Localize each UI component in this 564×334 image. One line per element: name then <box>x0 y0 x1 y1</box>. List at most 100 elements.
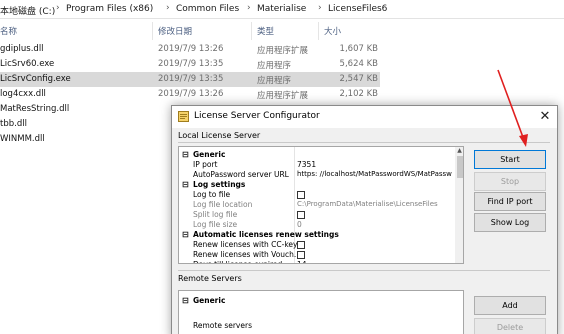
file-type: 应用程序 <box>257 61 292 71</box>
column-divider[interactable] <box>318 22 319 40</box>
show-log-button[interactable]: Show Log <box>474 213 546 232</box>
file-name: LicSrvConfig.exe <box>0 74 71 84</box>
property-key: AutoPassword server URL <box>193 170 289 179</box>
breadcrumb-item-materialise[interactable]: Materialise <box>257 4 306 14</box>
property-days-till-expired[interactable]: Days till license expired 14 <box>179 260 455 263</box>
scrollbar-thumb[interactable] <box>457 156 463 178</box>
column-header-size[interactable]: 大小 <box>324 25 341 37</box>
dialog-title: License Server Configurator <box>194 111 320 121</box>
category-log-settings[interactable]: ⊟ Log settings <box>179 180 455 190</box>
delete-button[interactable]: Delete <box>474 318 546 334</box>
file-row[interactable]: log4cxx.dll 2019/7/9 13:26 应用程序扩展 2,102 … <box>0 87 380 102</box>
file-type: 应用程序扩展 <box>257 46 309 56</box>
breadcrumb-item-common-files[interactable]: Common Files <box>176 4 239 14</box>
file-name: log4cxx.dll <box>0 89 46 99</box>
stop-button[interactable]: Stop <box>474 172 546 191</box>
property-log-to-file[interactable]: Log to file <box>179 190 455 200</box>
chevron-right-icon: › <box>56 3 60 13</box>
renew-cc-key-checkbox[interactable] <box>297 241 305 249</box>
chevron-right-icon: › <box>166 3 170 13</box>
property-key: Log to file <box>193 190 231 199</box>
property-autopassword-url[interactable]: AutoPassword server URL https: //localho… <box>179 170 455 180</box>
property-ip-port[interactable]: IP port 7351 <box>179 160 455 170</box>
file-name: tbb.dll <box>0 119 27 129</box>
file-list-header: 名称 修改日期 类型 大小 <box>0 22 564 40</box>
property-key: Remote servers <box>193 321 252 330</box>
scroll-up-icon[interactable]: ▲ <box>455 147 463 155</box>
collapse-icon[interactable]: ⊟ <box>182 180 190 189</box>
log-file-location-value[interactable]: C:\ProgramData\Materialise\LicenseFiles <box>297 200 454 208</box>
file-date: 2019/7/9 13:26 <box>158 44 224 54</box>
category-label: Automatic licenses renew settings <box>193 230 339 239</box>
property-remote-servers[interactable]: Remote servers <box>179 321 455 331</box>
column-header-date[interactable]: 修改日期 <box>158 25 192 37</box>
renew-voucher-checkbox[interactable] <box>297 251 305 259</box>
chevron-right-icon: › <box>247 3 251 13</box>
property-key: Days till license expired <box>193 260 282 263</box>
chevron-right-icon: › <box>318 3 322 13</box>
file-size: 1,607 KB <box>339 44 378 54</box>
log-file-size-value[interactable]: 0 <box>297 220 454 229</box>
app-icon <box>178 111 189 122</box>
breadcrumb: 本地磁盘 (C:) › Program Files (x86) › Common… <box>0 0 564 19</box>
days-till-expired-value[interactable]: 14 <box>297 260 454 263</box>
category-generic[interactable]: ⊟ Generic <box>179 150 455 160</box>
collapse-icon[interactable]: ⊟ <box>182 230 190 239</box>
file-date: 2019/7/9 13:35 <box>158 59 224 69</box>
section-divider <box>178 142 550 143</box>
column-divider[interactable] <box>251 22 252 40</box>
add-button[interactable]: Add <box>474 296 546 315</box>
property-key: Renew licenses with CC-key <box>193 240 298 249</box>
file-type: 应用程序 <box>257 76 292 86</box>
file-row[interactable]: gdiplus.dll 2019/7/9 13:26 应用程序扩展 1,607 … <box>0 42 380 57</box>
file-date: 2019/7/9 13:35 <box>158 74 224 84</box>
file-row-selected[interactable]: LicSrvConfig.exe 2019/7/9 13:35 应用程序 2,5… <box>0 72 380 87</box>
file-name: WINMM.dll <box>0 134 45 144</box>
category-auto-renew[interactable]: ⊟ Automatic licenses renew settings <box>179 230 455 240</box>
start-button[interactable]: Start <box>474 150 546 169</box>
split-log-file-checkbox[interactable] <box>297 211 305 219</box>
property-key: Split log file <box>193 210 238 219</box>
property-key: Log file size <box>193 220 238 229</box>
file-size: 2,547 KB <box>339 74 378 84</box>
property-log-file-location[interactable]: Log file location C:\ProgramData\Materia… <box>179 200 455 210</box>
file-name: gdiplus.dll <box>0 44 44 54</box>
category-remote-generic[interactable]: ⊟ Generic <box>179 296 455 306</box>
column-header-name[interactable]: 名称 <box>0 25 17 37</box>
file-name: MatResString.dll <box>0 104 70 114</box>
autopassword-url-value[interactable]: https: //localhost/MatPasswordWS/MatPass… <box>297 170 454 178</box>
property-split-log-file[interactable]: Split log file <box>179 210 455 220</box>
property-log-file-size[interactable]: Log file size 0 <box>179 220 455 230</box>
property-key: Log file location <box>193 200 253 209</box>
file-row[interactable]: LicSrv60.exe 2019/7/9 13:35 应用程序 5,624 K… <box>0 57 380 72</box>
file-type: 应用程序扩展 <box>257 91 309 101</box>
file-size: 2,102 KB <box>339 89 378 99</box>
license-server-configurator-dialog: License Server Configurator ✕ Local Lice… <box>171 105 558 334</box>
local-properties-grid[interactable]: ⊟ Generic IP port 7351 AutoPassword serv… <box>178 146 464 264</box>
category-label: Generic <box>193 150 226 159</box>
remote-servers-section-label: Remote Servers <box>178 274 242 283</box>
column-divider[interactable] <box>152 22 153 40</box>
local-server-section-label: Local License Server <box>178 131 261 140</box>
file-size: 5,624 KB <box>339 59 378 69</box>
collapse-icon[interactable]: ⊟ <box>182 150 190 159</box>
property-renew-voucher[interactable]: Renew licenses with Vouch... <box>179 250 455 260</box>
file-name: LicSrv60.exe <box>0 59 55 69</box>
property-key: Renew licenses with Vouch... <box>193 250 302 259</box>
collapse-icon[interactable]: ⊟ <box>182 296 190 305</box>
column-header-type[interactable]: 类型 <box>257 25 274 37</box>
find-ip-port-button[interactable]: Find IP port <box>474 192 546 211</box>
file-date: 2019/7/9 13:26 <box>158 89 224 99</box>
section-divider <box>178 270 550 271</box>
category-label: Generic <box>193 296 226 305</box>
close-icon[interactable]: ✕ <box>537 109 553 125</box>
dialog-titlebar[interactable]: License Server Configurator ✕ <box>172 106 557 128</box>
ip-port-value[interactable]: 7351 <box>297 160 454 169</box>
property-key: IP port <box>193 160 218 169</box>
remote-servers-grid[interactable]: ⊟ Generic Remote servers <box>178 290 464 334</box>
log-to-file-checkbox[interactable] <box>297 191 305 199</box>
breadcrumb-item-licensefiles6[interactable]: LicenseFiles6 <box>328 4 387 14</box>
breadcrumb-item-program-files[interactable]: Program Files (x86) <box>66 4 153 14</box>
property-renew-cc-key[interactable]: Renew licenses with CC-key <box>179 240 455 250</box>
breadcrumb-item-drive[interactable]: 本地磁盘 (C:) <box>0 4 55 17</box>
